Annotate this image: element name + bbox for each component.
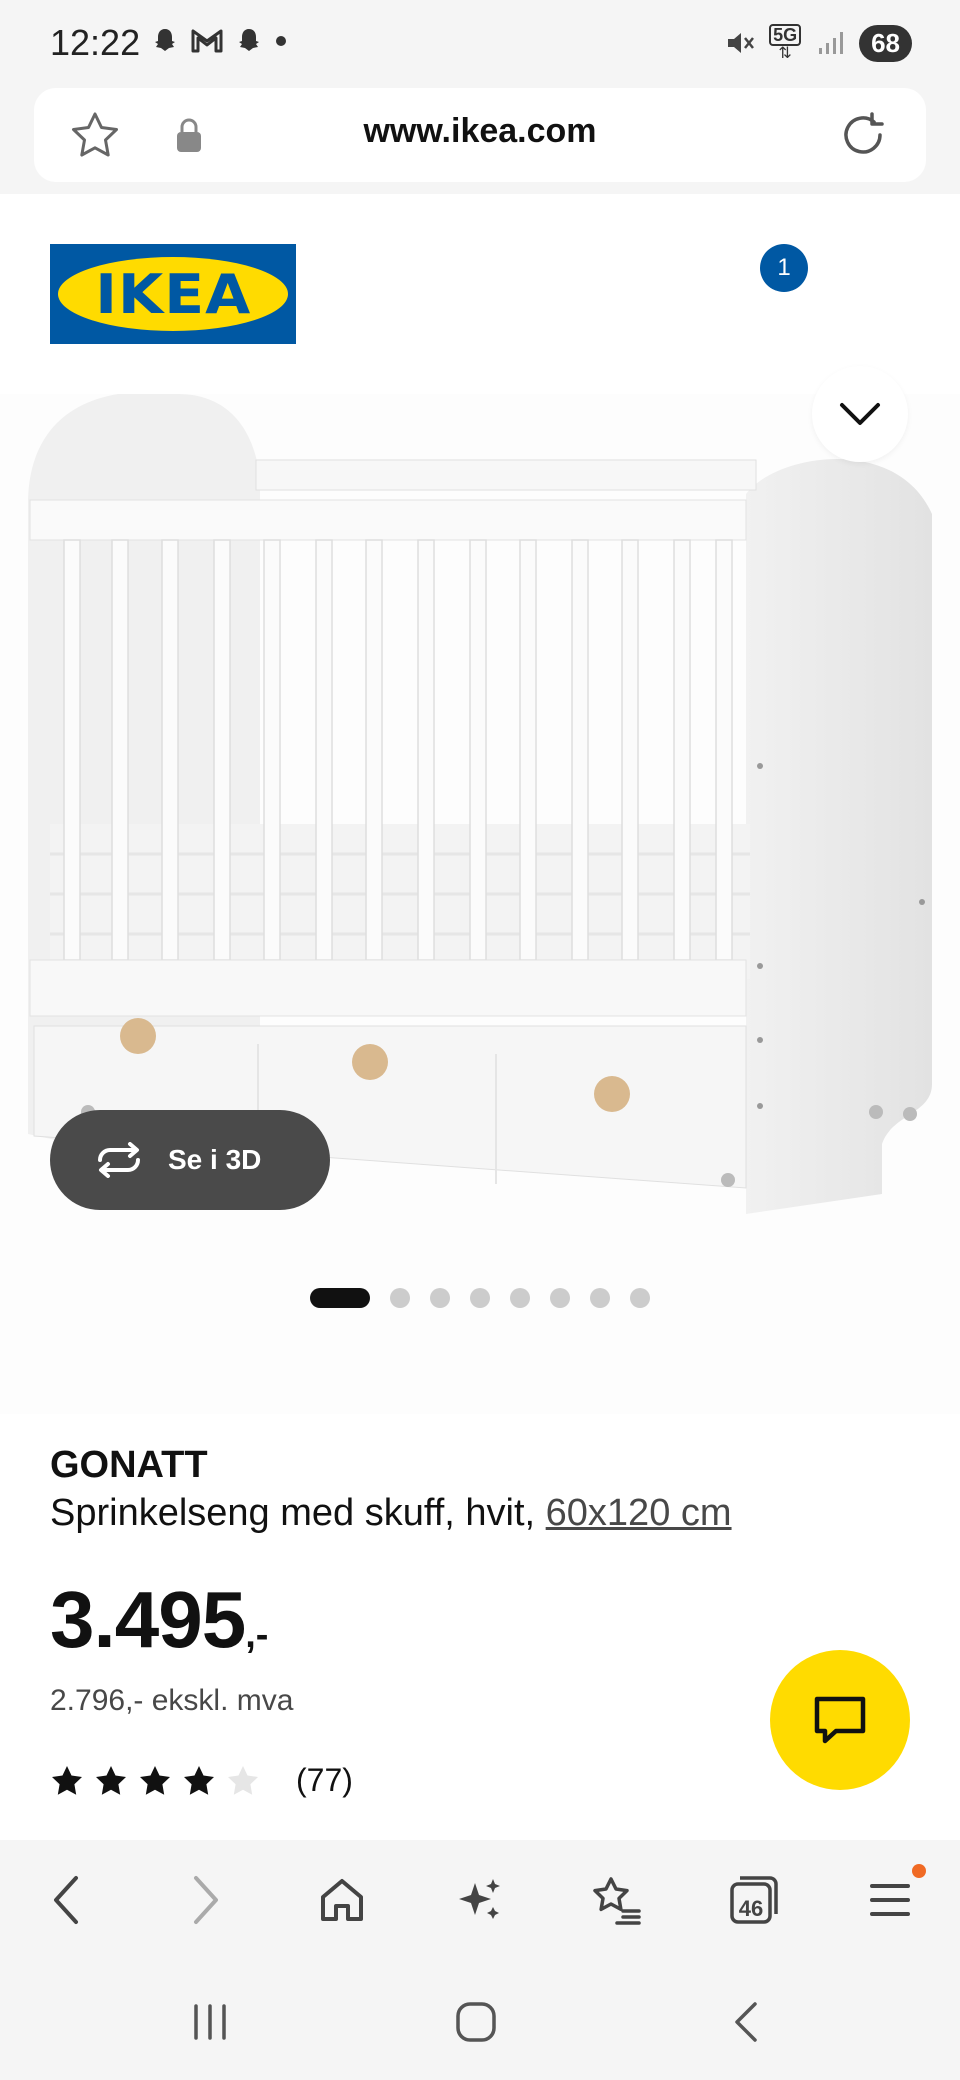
system-navigation-bar (0, 1960, 960, 2080)
view-in-3d-button[interactable]: Se i 3D (50, 1110, 330, 1210)
status-time: 12:22 (50, 22, 141, 63)
network-label: 5G (769, 24, 802, 46)
chevron-left-icon (54, 1876, 78, 1924)
product-name: GONATT (50, 1444, 208, 1486)
star-filled-icon (140, 1765, 170, 1795)
price-excl-vat: 2.796,- ekskl. mva (50, 1684, 294, 1717)
browser-toolbar: 46 (0, 1840, 960, 1960)
product-size-link[interactable]: 60x120 cm (546, 1492, 732, 1534)
sparkle-icon (459, 1879, 500, 1919)
product-description: Sprinkelseng med skuff, hvit, 60x120 cm (50, 1492, 732, 1535)
star-filled-icon (184, 1765, 214, 1795)
carousel-dot[interactable] (510, 1288, 530, 1308)
browser-menu-button[interactable] (858, 1864, 926, 1932)
dot-icon (276, 36, 286, 46)
web-page: IKEA 1 Se i 3D GONATT Sprinkelseng med s… (0, 194, 960, 1840)
product-description-text: Sprinkelseng med skuff, hvit, (50, 1492, 536, 1534)
product-price: 3.495,- (50, 1574, 268, 1666)
star-empty-icon (228, 1765, 258, 1795)
carousel-dot[interactable] (430, 1288, 450, 1308)
carousel-dot[interactable] (550, 1288, 570, 1308)
status-bar: 12:22 5G ⇅ 68 (0, 0, 960, 86)
ikea-logo-text: IKEA (94, 262, 252, 326)
ikea-logo-oval: IKEA (58, 257, 288, 331)
carousel-dot-active[interactable] (310, 1288, 370, 1308)
home-square-icon (456, 2002, 496, 2042)
carousel-dot[interactable] (470, 1288, 490, 1308)
network-indicator: 5G ⇅ (769, 24, 802, 62)
snapchat-icon (155, 29, 175, 51)
carousel-dot[interactable] (390, 1288, 410, 1308)
chat-button[interactable] (770, 1650, 910, 1790)
back-nav-button[interactable] (716, 2000, 776, 2044)
price-suffix: ,- (245, 1614, 269, 1656)
bookmarks-button[interactable] (584, 1868, 648, 1932)
recent-apps-button[interactable] (180, 2000, 240, 2044)
status-notification-icons (150, 26, 288, 56)
image-carousel-dots (310, 1288, 650, 1308)
star-filled-icon (96, 1765, 126, 1795)
address-bar[interactable]: www.ikea.com (34, 88, 926, 182)
back-button[interactable] (34, 1868, 98, 1932)
chevron-right-icon (194, 1876, 218, 1924)
review-count: (77) (296, 1762, 353, 1798)
carousel-dot[interactable] (590, 1288, 610, 1308)
ikea-logo[interactable]: IKEA (50, 244, 296, 344)
forward-button[interactable] (174, 1868, 238, 1932)
home-icon (321, 1879, 363, 1921)
chevron-down-icon (840, 403, 880, 425)
view-in-3d-label: Se i 3D (168, 1144, 262, 1175)
home-nav-button[interactable] (446, 2000, 506, 2044)
signal-icon (819, 32, 844, 54)
home-button[interactable] (310, 1868, 374, 1932)
recent-apps-icon (194, 2004, 226, 2040)
star-list-icon (593, 1877, 641, 1925)
rotate-3d-icon (98, 1142, 140, 1178)
mute-icon (728, 33, 755, 53)
battery-indicator: 68 (859, 24, 912, 62)
carousel-dot[interactable] (630, 1288, 650, 1308)
crib-product-image (28, 394, 932, 1214)
price-amount: 3.495 (50, 1575, 246, 1664)
hamburger-menu-icon (870, 1884, 910, 1916)
product-wishlist-button[interactable] (812, 366, 908, 462)
ai-assistant-button[interactable] (448, 1868, 512, 1932)
tabs-button[interactable]: 46 (722, 1868, 786, 1932)
reload-icon[interactable] (836, 108, 890, 162)
status-system-icons: 5G ⇅ 68 (723, 24, 912, 62)
gmail-icon (191, 29, 223, 53)
tabs-count: 46 (738, 1896, 764, 1921)
back-arrow-icon (735, 2002, 757, 2042)
data-arrows-icon: ⇅ (778, 45, 792, 62)
chat-bubble-icon (814, 1696, 866, 1744)
product-rating[interactable]: (77) (50, 1762, 353, 1799)
product-image-gallery[interactable] (0, 366, 960, 1414)
star-filled-icon (52, 1765, 82, 1795)
cart-count-badge: 1 (760, 244, 808, 292)
notification-dot (912, 1864, 926, 1878)
url-text[interactable]: www.ikea.com (34, 112, 926, 151)
snapchat-icon-2 (239, 29, 259, 51)
